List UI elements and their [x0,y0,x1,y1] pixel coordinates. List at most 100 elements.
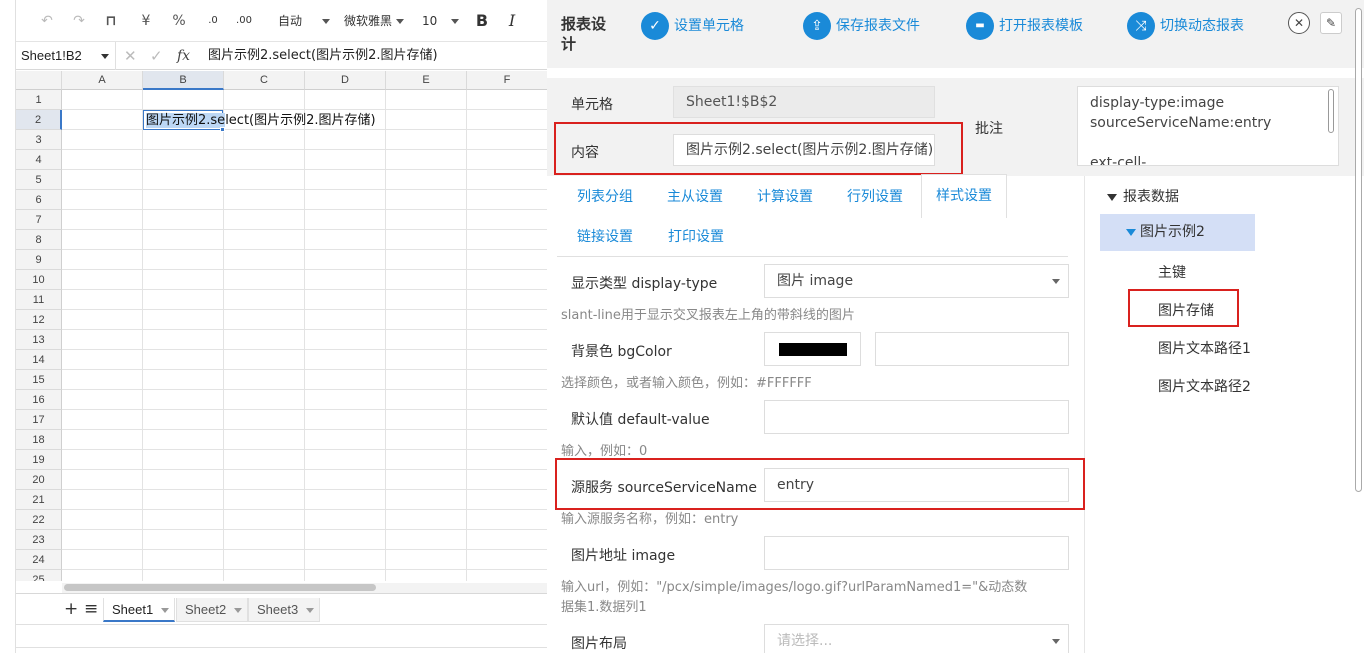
tab-calc-settings[interactable]: 计算设置 [757,176,813,218]
tab-style-settings[interactable]: 样式设置 [921,174,1007,218]
default-value-input[interactable] [764,400,1069,434]
row-header[interactable]: 18 [16,430,62,450]
bgcolor-input[interactable] [875,332,1069,366]
grid-line [62,209,548,210]
note-line: ext-cell- [1090,155,1147,166]
column-header[interactable]: B [143,71,224,90]
grid-line [62,449,548,450]
percent-button[interactable]: % [170,11,188,31]
font-size-dropdown[interactable]: 10 [422,11,462,31]
add-sheet-icon[interactable]: + [64,598,78,620]
chevron-down-icon [101,54,109,59]
row-header[interactable]: 23 [16,530,62,550]
row-header[interactable]: 9 [16,250,62,270]
row-header[interactable]: 16 [16,390,62,410]
tree-node-report-data[interactable]: 报表数据 [1107,186,1179,206]
tab-list-group[interactable]: 列表分组 [577,176,633,218]
undo-icon[interactable]: ↶ [38,11,56,31]
bold-button[interactable]: B [474,11,490,31]
check-icon: ✓ [641,12,669,40]
image-layout-select[interactable]: 请选择... [764,624,1069,653]
row-header[interactable]: 12 [16,310,62,330]
row-header[interactable]: 10 [16,270,62,290]
row-header[interactable]: 24 [16,550,62,570]
sheet-tab-2[interactable]: Sheet2 [176,598,248,622]
chevron-down-icon [322,19,331,24]
horizontal-scrollbar[interactable] [62,583,548,593]
row-header[interactable]: 4 [16,150,62,170]
row-header[interactable]: 25 [16,570,62,581]
content-highlight-box [554,122,963,175]
row-header[interactable]: 7 [16,210,62,230]
chevron-down-icon [1052,279,1060,284]
sheet-tab-1[interactable]: Sheet1 [103,598,175,622]
row-header[interactable]: 15 [16,370,62,390]
confirm-icon[interactable]: ✓ [150,42,163,70]
row-header[interactable]: 1 [16,90,62,110]
open-template-button[interactable]: ▬ 打开报表模板 [966,10,1083,42]
row-header[interactable]: 8 [16,230,62,250]
italic-button[interactable]: I [506,11,518,31]
font-dropdown[interactable]: 微软雅黑 [344,11,410,31]
tab-master-detail[interactable]: 主从设置 [667,176,723,218]
row-header[interactable]: 2 [16,110,62,130]
tabs-divider [557,256,1068,257]
column-header[interactable]: D [305,71,386,90]
formula-input[interactable]: 图片示例2.select(图片示例2.图片存储) [208,42,438,70]
tab-link-settings[interactable]: 链接设置 [577,216,633,258]
row-header[interactable]: 3 [16,130,62,150]
currency-button[interactable]: ¥ [138,11,154,31]
image-url-input[interactable] [764,536,1069,570]
decimal-increase-button[interactable]: .00 [232,11,256,31]
column-header[interactable]: C [224,71,305,90]
cancel-icon[interactable]: ✕ [124,42,137,70]
tree-leaf-text-path-1[interactable]: 图片文本路径1 [1158,338,1251,358]
save-report-button[interactable]: ⇪ 保存报表文件 [803,10,920,42]
row-header[interactable]: 17 [16,410,62,430]
select-all-corner[interactable] [16,71,62,90]
name-box[interactable]: Sheet1!B2 [16,42,116,70]
row-header[interactable]: 14 [16,350,62,370]
row-header[interactable]: 5 [16,170,62,190]
folder-icon: ▬ [966,12,994,40]
row-header[interactable]: 6 [16,190,62,210]
set-cell-button[interactable]: ✓ 设置单元格 [641,10,744,42]
row-header[interactable]: 20 [16,470,62,490]
grid-line [385,90,386,581]
row-header[interactable]: 19 [16,450,62,470]
row-header[interactable]: 13 [16,330,62,350]
grid-line [62,329,548,330]
bgcolor-picker[interactable] [764,332,861,366]
row-header[interactable]: 21 [16,490,62,510]
column-header[interactable]: A [62,71,143,90]
redo-icon[interactable]: ↷ [70,11,88,31]
display-type-select[interactable]: 图片 image [764,264,1069,298]
tree-leaf-text-path-2[interactable]: 图片文本路径2 [1158,376,1251,396]
pin-icon[interactable]: ✎ [1320,12,1342,34]
column-header[interactable]: F [467,71,548,90]
note-scrollbar[interactable] [1328,89,1334,133]
tab-row-col-settings[interactable]: 行列设置 [847,176,903,218]
tree-leaf-primary-key[interactable]: 主键 [1158,262,1186,282]
cell-grid[interactable]: ABCDEF 1 2 3 4 5 6 7 8 9 10 11 12 13 14 15 16 17 18 19 20 21… [16,71,548,581]
fill-handle[interactable] [220,127,225,132]
sheet-tab-3[interactable]: Sheet3 [248,598,320,622]
decimal-decrease-button[interactable]: .0 [202,11,224,31]
column-header[interactable]: E [386,71,467,90]
fx-icon[interactable]: fx [177,42,190,70]
switch-dynamic-button[interactable]: ⤨ 切换动态报表 [1127,10,1244,42]
panel-scrollbar[interactable] [1355,8,1362,492]
sheet-list-icon[interactable]: ≡ [84,598,98,620]
row-header[interactable]: 22 [16,510,62,530]
column-divider [1084,176,1085,653]
scrollbar-thumb[interactable] [64,584,376,591]
wrap-dropdown[interactable]: 自动 [278,11,334,31]
close-icon[interactable]: ✕ [1288,12,1310,34]
grid-line [62,469,548,470]
tab-print-settings[interactable]: 打印设置 [668,216,724,258]
note-textarea[interactable]: display-type:image sourceServiceName:ent… [1077,86,1339,166]
row-header[interactable]: 11 [16,290,62,310]
tree-node-dataset[interactable]: 图片示例2 [1100,214,1255,251]
grid-line [223,90,224,581]
format-painter-icon[interactable]: ⊓ [102,11,120,31]
